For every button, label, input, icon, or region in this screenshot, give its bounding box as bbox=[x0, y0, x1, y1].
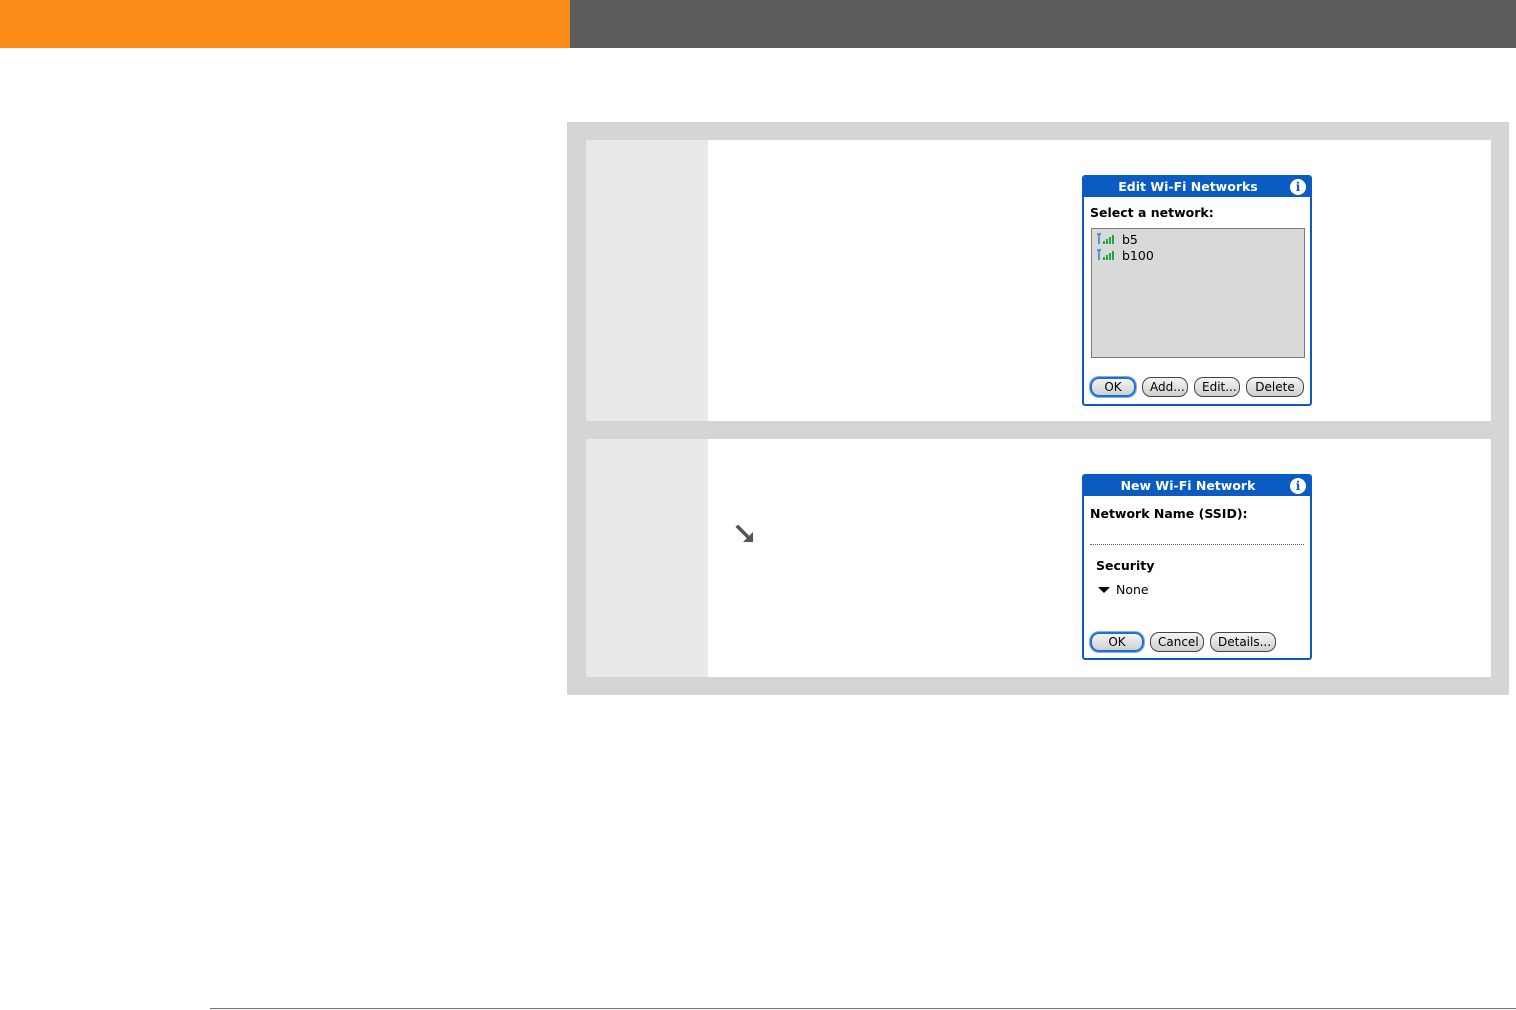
ok-button[interactable]: OK bbox=[1090, 377, 1136, 397]
steps-panel: Edit Wi-Fi Networks i Select a network: … bbox=[567, 122, 1509, 695]
details-button[interactable]: Details... bbox=[1210, 632, 1276, 652]
dialog-title: New Wi-Fi Network i bbox=[1084, 476, 1310, 496]
dialog-title: Edit Wi-Fi Networks i bbox=[1084, 177, 1310, 197]
add-button[interactable]: Add... bbox=[1142, 377, 1188, 397]
network-name: b100 bbox=[1122, 247, 1154, 263]
info-icon[interactable]: i bbox=[1290, 478, 1306, 494]
network-list[interactable]: b5 b100 bbox=[1091, 228, 1305, 358]
ssid-input[interactable] bbox=[1090, 544, 1304, 545]
security-label: Security bbox=[1096, 558, 1155, 573]
dialog-buttons: OK Cancel Details... bbox=[1090, 632, 1276, 652]
step-row-1: Edit Wi-Fi Networks i Select a network: … bbox=[586, 140, 1491, 421]
dialog-buttons: OK Add... Edit... Delete bbox=[1090, 377, 1304, 397]
dialog-title-text: New Wi-Fi Network bbox=[1120, 478, 1256, 493]
ok-button[interactable]: OK bbox=[1090, 632, 1144, 652]
info-icon[interactable]: i bbox=[1290, 179, 1306, 195]
network-item-b5[interactable]: b5 bbox=[1096, 231, 1300, 247]
triangle-down-icon bbox=[1098, 586, 1110, 593]
wifi-signal-icon bbox=[1097, 249, 1114, 260]
network-name: b5 bbox=[1122, 231, 1138, 247]
delete-button[interactable]: Delete bbox=[1246, 377, 1304, 397]
arrow-down-right-icon bbox=[735, 524, 754, 543]
cancel-button[interactable]: Cancel bbox=[1150, 632, 1204, 652]
step-number-cell bbox=[586, 439, 708, 677]
select-network-label: Select a network: bbox=[1090, 205, 1214, 220]
new-wifi-network-dialog: New Wi-Fi Network i Network Name (SSID):… bbox=[1082, 474, 1312, 660]
security-popup-trigger[interactable]: None bbox=[1098, 582, 1149, 597]
ssid-label: Network Name (SSID): bbox=[1090, 506, 1248, 521]
header-orange-bar bbox=[0, 0, 570, 48]
security-value: None bbox=[1116, 582, 1149, 597]
step-number-cell bbox=[586, 140, 708, 421]
wifi-signal-icon bbox=[1097, 233, 1114, 244]
header-gray-bar bbox=[570, 0, 1516, 48]
edit-wifi-networks-dialog: Edit Wi-Fi Networks i Select a network: … bbox=[1082, 175, 1312, 406]
dialog-title-text: Edit Wi-Fi Networks bbox=[1118, 179, 1258, 194]
footer-rule bbox=[210, 1008, 1516, 1009]
step-row-2: New Wi-Fi Network i Network Name (SSID):… bbox=[586, 439, 1491, 677]
network-item-b100[interactable]: b100 bbox=[1096, 247, 1300, 263]
edit-button[interactable]: Edit... bbox=[1194, 377, 1240, 397]
